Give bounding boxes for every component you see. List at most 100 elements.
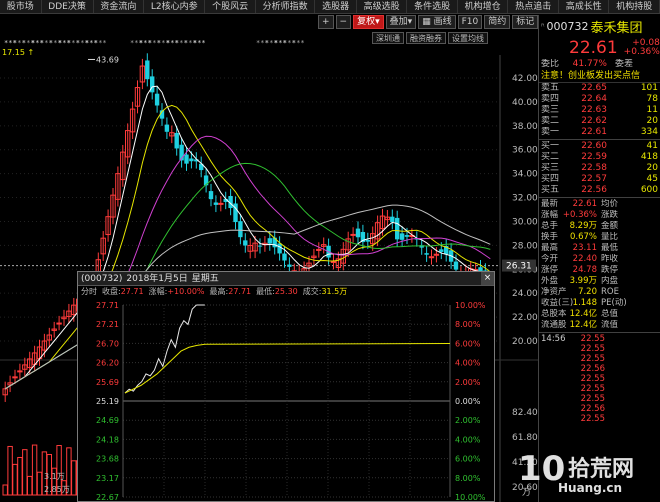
zoom-out-button[interactable]: − xyxy=(335,15,352,29)
popup-tab-intraday[interactable]: 分时 xyxy=(81,286,97,298)
price-change: +0.08 +0.36% xyxy=(623,38,660,57)
stat-value xyxy=(621,221,660,232)
stat-value: 0.67% xyxy=(569,232,597,242)
sell-order-label: 卖五 xyxy=(541,83,560,93)
price-row: 22.61 +0.08 +0.36% xyxy=(539,37,660,59)
buy-order-row: 买三 22.58 20 xyxy=(539,163,660,174)
stat-label: 今开 xyxy=(541,254,559,264)
tick-time xyxy=(539,344,573,354)
zoom-in-button[interactable]: + xyxy=(318,15,334,29)
buy-order-label: 买一 xyxy=(541,141,560,151)
intraday-popup[interactable]: (000732) 2018年1月5日 星期五 × 分时 收盘:27.71 涨幅:… xyxy=(77,271,495,502)
popup-percent-tick: 6.00% xyxy=(455,455,481,464)
popup-info-bar: 分时 收盘:27.71 涨幅:+10.00% 最高:27.71 最低:25.30… xyxy=(81,286,348,298)
stat-row: 今开 22.40 昨收 xyxy=(539,254,660,265)
menu-item-3[interactable]: L2核心内参 xyxy=(144,0,206,13)
stat-label: 最低 xyxy=(601,243,619,253)
sub-toolbar-button-2[interactable]: 设置均线 xyxy=(448,32,488,44)
tick-volume xyxy=(605,374,660,384)
marker-button[interactable]: 标记 xyxy=(512,15,539,29)
popup-date: 2018年1月5日 xyxy=(126,274,188,284)
candle-body xyxy=(189,158,194,162)
candle-body xyxy=(145,60,150,80)
chevron-down-icon: ▾ xyxy=(375,17,380,27)
stat-row: 总手 8.29万 金额 xyxy=(539,221,660,232)
buy-order-label: 买四 xyxy=(541,174,560,184)
buy-order-row: 买五 22.56 600 xyxy=(539,185,660,196)
popup-percent-tick: 8.00% xyxy=(455,474,481,483)
tick-row: 14:56 22.55 xyxy=(539,334,660,344)
menu-item-8[interactable]: 条件选股 xyxy=(407,0,458,13)
restore-rights-button[interactable]: 复权▾ xyxy=(353,15,384,29)
price-axis-tick: 28.00 xyxy=(512,241,538,251)
draw-lines-button[interactable]: ▦ 画线 xyxy=(418,15,456,29)
menu-item-0[interactable]: 股市场 xyxy=(0,0,42,13)
tick-time xyxy=(539,374,573,384)
r-mark-icon: ᴿ xyxy=(541,21,545,31)
stat-row: 净资产 7.20 ROE xyxy=(539,287,660,298)
menu-item-4[interactable]: 个股风云 xyxy=(205,0,256,13)
menu-item-7[interactable]: 高级选股 xyxy=(357,0,408,13)
sell-order-price: 22.64 xyxy=(581,94,607,104)
candle-body xyxy=(164,124,170,132)
volume-left-label: 2.85万 xyxy=(44,485,70,494)
simple-view-button[interactable]: 简约 xyxy=(484,15,511,29)
candle-body xyxy=(154,93,160,106)
stat-label: 金额 xyxy=(601,221,619,231)
f10-button[interactable]: F10 xyxy=(457,15,483,29)
candle-body xyxy=(439,249,444,252)
volume-bar xyxy=(22,449,28,496)
menu-item-6[interactable]: 选股器 xyxy=(315,0,357,13)
tick-time: 14:56 xyxy=(541,334,566,344)
overlay-button[interactable]: 叠加▾ xyxy=(385,15,417,29)
menu-item-5[interactable]: 分析师指数 xyxy=(256,0,316,13)
candle-body xyxy=(287,264,292,267)
tick-row: 22.55 xyxy=(539,384,660,394)
divider xyxy=(539,332,660,333)
buy-order-volume: 41 xyxy=(646,141,658,151)
stat-value xyxy=(621,287,660,298)
chart-toolbar: + − 复权▾ 叠加▾ ▦ 画线 F10 简约 标记 xyxy=(318,15,539,30)
menu-item-2[interactable]: 资金流向 xyxy=(94,0,145,13)
stock-name: 泰禾集团 xyxy=(590,20,643,36)
order-ratio-row: 委比 41.77% 委差 xyxy=(541,59,634,69)
sub-toolbar-button-1[interactable]: 融资融券 xyxy=(406,32,446,44)
stat-value xyxy=(621,320,660,331)
alert-notice[interactable]: 注意！创业板发出买点信 xyxy=(539,70,660,83)
menu-item-11[interactable]: 高成长性 xyxy=(559,0,610,13)
tick-volume xyxy=(605,404,660,414)
price-axis-tick: 38.00 xyxy=(512,122,538,132)
buy-order-volume: 45 xyxy=(646,174,658,184)
popup-price-tick: 24.69 xyxy=(96,416,119,425)
popup-title-bar: (000732) 2018年1月5日 星期五 × xyxy=(78,272,494,286)
menu-item-10[interactable]: 热点追击 xyxy=(508,0,559,13)
tick-list[interactable]: 14:56 22.55 22.55 22.55 22.56 22.55 22.55 22.55… xyxy=(539,334,660,424)
stat-label: 总值 xyxy=(601,309,619,319)
buy-order-volume: 20 xyxy=(646,163,658,173)
sub-toolbar-button-0[interactable]: 深圳通 xyxy=(372,32,404,44)
stat-label: 最高 xyxy=(541,243,559,253)
event-marker-icon[interactable]: *** xyxy=(94,39,107,47)
stat-label: 总股本 xyxy=(541,309,567,319)
stat-label: ROE xyxy=(601,287,619,297)
popup-percent-tick: 10.00% xyxy=(455,301,486,310)
intraday-chart-svg: 27.71 10.00% 27.21 8.00% 26.70 6.00% 26.20 4.00… xyxy=(96,301,486,501)
candle-body xyxy=(282,253,287,261)
menu-item-12[interactable]: 机构持股 xyxy=(609,0,660,13)
top-menu-bar: 股市场 DDE决策 资金流向 L2核心内参 个股风云 分析师指数 选股器 高级选股 条件选股 机构… xyxy=(0,0,660,14)
candle-body xyxy=(365,239,370,242)
event-marker-icon[interactable]: *** xyxy=(292,39,305,47)
popup-change-value: +10.00% xyxy=(167,287,205,296)
stat-label: 收益(三) xyxy=(541,298,574,308)
menu-item-9[interactable]: 机构增仓 xyxy=(458,0,509,13)
popup-percent-tick: 4.00% xyxy=(455,435,481,444)
stat-label: 最新 xyxy=(541,199,559,209)
close-icon[interactable]: × xyxy=(481,272,494,285)
popup-low-value: 25.30 xyxy=(274,287,298,296)
peak-price-label: 43.69 xyxy=(96,55,119,64)
sell-order-volume: 11 xyxy=(646,105,658,115)
menu-item-1[interactable]: DDE决策 xyxy=(42,0,94,13)
stat-value xyxy=(621,309,660,320)
divider xyxy=(539,139,660,140)
event-marker-icon[interactable]: *** xyxy=(193,39,206,47)
